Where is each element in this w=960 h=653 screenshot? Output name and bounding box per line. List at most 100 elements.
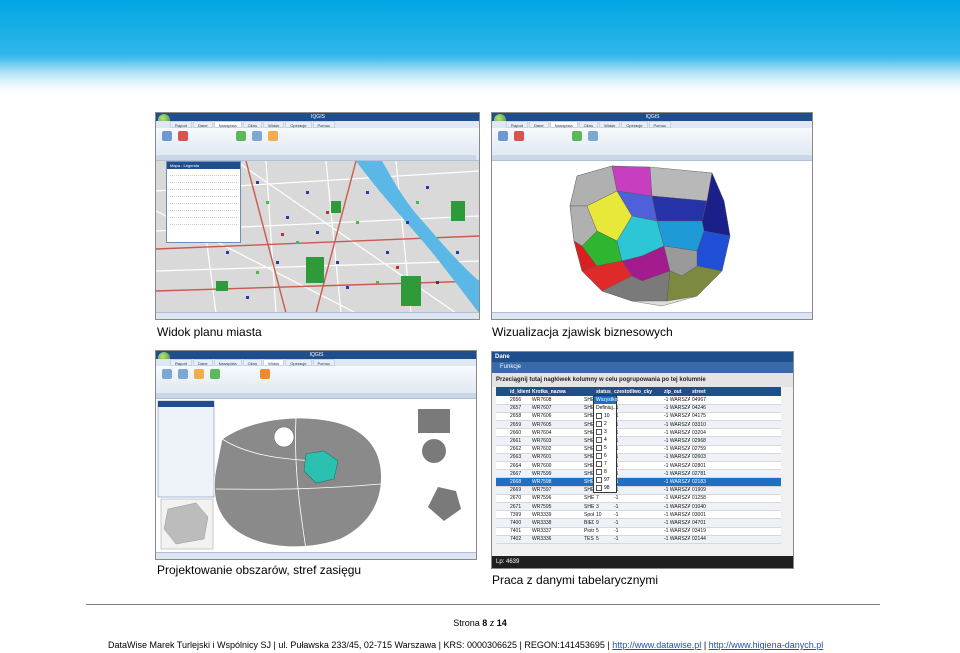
- ribbon-button[interactable]: [178, 369, 188, 379]
- legend-item[interactable]: [170, 191, 237, 197]
- tab-narzedzia[interactable]: Narzędzia: [213, 359, 242, 366]
- tab-pomoc[interactable]: Pomoc: [312, 359, 335, 366]
- tab-dane[interactable]: Dane: [193, 121, 213, 128]
- link-datawise[interactable]: http://www.datawise.pl: [612, 640, 701, 650]
- table-row[interactable]: 2656WR7608SHELL-1-1 WARSZAWA04967WAL MIE…: [496, 396, 781, 405]
- filter-option[interactable]: 5: [594, 444, 616, 452]
- filter-option[interactable]: 10: [594, 412, 616, 420]
- tab-okno[interactable]: Okno: [242, 359, 263, 366]
- legend-item[interactable]: [170, 198, 237, 204]
- filter-option[interactable]: 98: [594, 484, 616, 492]
- column-filter-dropdown[interactable]: Wszystko Definiuj... 10 2 3 4 5 6 7 8 97 98: [593, 395, 617, 493]
- filter-option[interactable]: 4: [594, 436, 616, 444]
- ribbon-button[interactable]: [162, 369, 172, 379]
- row-indicator[interactable]: [496, 535, 508, 544]
- table-row[interactable]: 7402WR3336TESCO5-1-1 WARSZAWA02144SWIATO…: [496, 535, 781, 544]
- table-row[interactable]: 2669WR7597SHELL4-1-1 WARSZAWA01909SOKRAT…: [496, 486, 781, 495]
- tab-dane[interactable]: Dane: [529, 121, 549, 128]
- link-higiena-danych[interactable]: http://www.higiena-danych.pl: [709, 640, 824, 650]
- filter-option[interactable]: 2: [594, 420, 616, 428]
- legend-item[interactable]: [170, 177, 237, 183]
- column-header[interactable]: street: [690, 387, 781, 396]
- legend-item[interactable]: [170, 219, 237, 225]
- row-indicator[interactable]: [496, 396, 508, 405]
- row-indicator[interactable]: [496, 494, 508, 503]
- filter-option[interactable]: 8: [594, 468, 616, 476]
- table-row[interactable]: 2670WR7596SHELL7-1-1 WARSZAWA01258WOLSKA: [496, 494, 781, 503]
- filter-option[interactable]: 6: [594, 452, 616, 460]
- tab-widok[interactable]: Widok: [263, 121, 285, 128]
- table-row[interactable]: 2658WR7606SHELL-1-1 WARSZAWA04175OSTROBR…: [496, 412, 781, 422]
- row-indicator[interactable]: [496, 486, 508, 495]
- ribbon-button[interactable]: [260, 369, 270, 379]
- tab-narzedzia[interactable]: Narzędzia: [549, 121, 578, 128]
- row-indicator[interactable]: [496, 420, 508, 430]
- table-row[interactable]: 2664WR7600SHELL-1-1 WARSZAWA02801PULAWSK…: [496, 461, 781, 471]
- legend-item[interactable]: [170, 212, 237, 218]
- table-row[interactable]: 2661WR7603SHELL-1-1 WARSZAWA02968DREWNY: [496, 436, 781, 446]
- row-indicator[interactable]: [496, 510, 508, 520]
- tab-widok[interactable]: Widok: [263, 359, 285, 366]
- filter-option[interactable]: 3: [594, 428, 616, 436]
- row-indicator[interactable]: [496, 461, 508, 471]
- tab-operacje[interactable]: Operacje: [285, 121, 312, 128]
- row-indicator[interactable]: [496, 404, 508, 413]
- table-row[interactable]: 2660WR7604SHELL-1-1 WARSZAWA03204LABISZY…: [496, 428, 781, 438]
- row-indicator[interactable]: [496, 502, 508, 512]
- tab-okno[interactable]: Okno: [578, 121, 599, 128]
- table-row[interactable]: 7401WR3337Piotr i Paweł5-1-1 WARSZAWA034…: [496, 527, 781, 536]
- tab-pomoc[interactable]: Pomoc: [312, 121, 335, 128]
- column-header[interactable]: [496, 387, 508, 396]
- table-row[interactable]: 2668WR7598SHELL-1-1 WARSZAWA02183AL. KRA…: [496, 477, 781, 487]
- column-header[interactable]: zip_out: [662, 387, 690, 396]
- ribbon-button[interactable]: [210, 369, 220, 379]
- row-indicator[interactable]: [496, 469, 508, 479]
- ribbon-button[interactable]: [514, 131, 524, 141]
- table-row[interactable]: 7400WR3338BIEDRONKA9-1-1 WARSZAWA04701PA…: [496, 518, 781, 528]
- legend-item[interactable]: [170, 205, 237, 211]
- filter-option[interactable]: Definiuj...: [594, 404, 617, 412]
- ribbon-button[interactable]: [178, 131, 188, 141]
- tab-raport[interactable]: Raport: [170, 359, 193, 366]
- tab-operacje[interactable]: Operacje: [285, 359, 312, 366]
- row-indicator[interactable]: [496, 527, 508, 536]
- row-indicator[interactable]: [496, 518, 508, 528]
- ribbon-button[interactable]: [268, 131, 278, 141]
- tab-raport[interactable]: Raport: [506, 121, 529, 128]
- column-header[interactable]: czestotliwo_cky: [612, 387, 662, 396]
- tab-dane[interactable]: Dane: [193, 359, 213, 366]
- ribbon-button[interactable]: [498, 131, 508, 141]
- filter-option[interactable]: 97: [594, 476, 616, 484]
- functions-menu[interactable]: Funkcje: [492, 362, 793, 373]
- tab-okno[interactable]: Okno: [242, 121, 263, 128]
- row-indicator[interactable]: [496, 445, 508, 454]
- column-header[interactable]: id_klienta: [508, 387, 530, 396]
- poland-map[interactable]: [492, 161, 812, 313]
- table-row[interactable]: 2663WR7601SHELL-1-1 WARSZAWA02603POWSINS…: [496, 453, 781, 463]
- filter-option[interactable]: Wszystko: [594, 396, 617, 404]
- row-indicator[interactable]: [496, 412, 508, 422]
- group-by-bar[interactable]: Przeciągnij tutaj nagłówek kolumny w cel…: [492, 373, 793, 387]
- legend-item[interactable]: [170, 170, 237, 176]
- ribbon-button[interactable]: [572, 131, 582, 141]
- tab-pomoc[interactable]: Pomoc: [648, 121, 671, 128]
- ribbon-button[interactable]: [588, 131, 598, 141]
- table-row[interactable]: 2662WR7602SHELL-1-1 WARSZAWA02759MANGALI…: [496, 445, 781, 454]
- tab-raport[interactable]: Raport: [170, 121, 193, 128]
- legend-item[interactable]: [170, 184, 237, 190]
- row-indicator[interactable]: [496, 436, 508, 446]
- area-design-canvas[interactable]: [156, 399, 476, 553]
- table-row[interactable]: 2671WR7595SHELL3-1-1 WARSZAWA01040STAWKI: [496, 502, 781, 512]
- ribbon-button[interactable]: [194, 369, 204, 379]
- row-indicator[interactable]: [496, 477, 508, 487]
- tab-widok[interactable]: Widok: [599, 121, 621, 128]
- column-header[interactable]: Krotka_nazwa: [530, 387, 582, 396]
- table-row[interactable]: 2659WR7605SHELL-1-1 WARSZAWA03310ODRONIA…: [496, 420, 781, 430]
- ribbon-button[interactable]: [162, 131, 172, 141]
- table-row[interactable]: 2657WR7607SHELL-1-1 WARSZAWA04246MARSA: [496, 404, 781, 413]
- ribbon-button[interactable]: [236, 131, 246, 141]
- table-row[interactable]: 2667WR7599SHELL-1-1 WARSZAWA02781PILECKI…: [496, 469, 781, 479]
- row-indicator[interactable]: [496, 453, 508, 463]
- table-row[interactable]: 7399WR3339Społem Warszawa Praga Płd10-1-…: [496, 510, 781, 520]
- tab-narzedzia[interactable]: Narzędzia: [213, 121, 242, 128]
